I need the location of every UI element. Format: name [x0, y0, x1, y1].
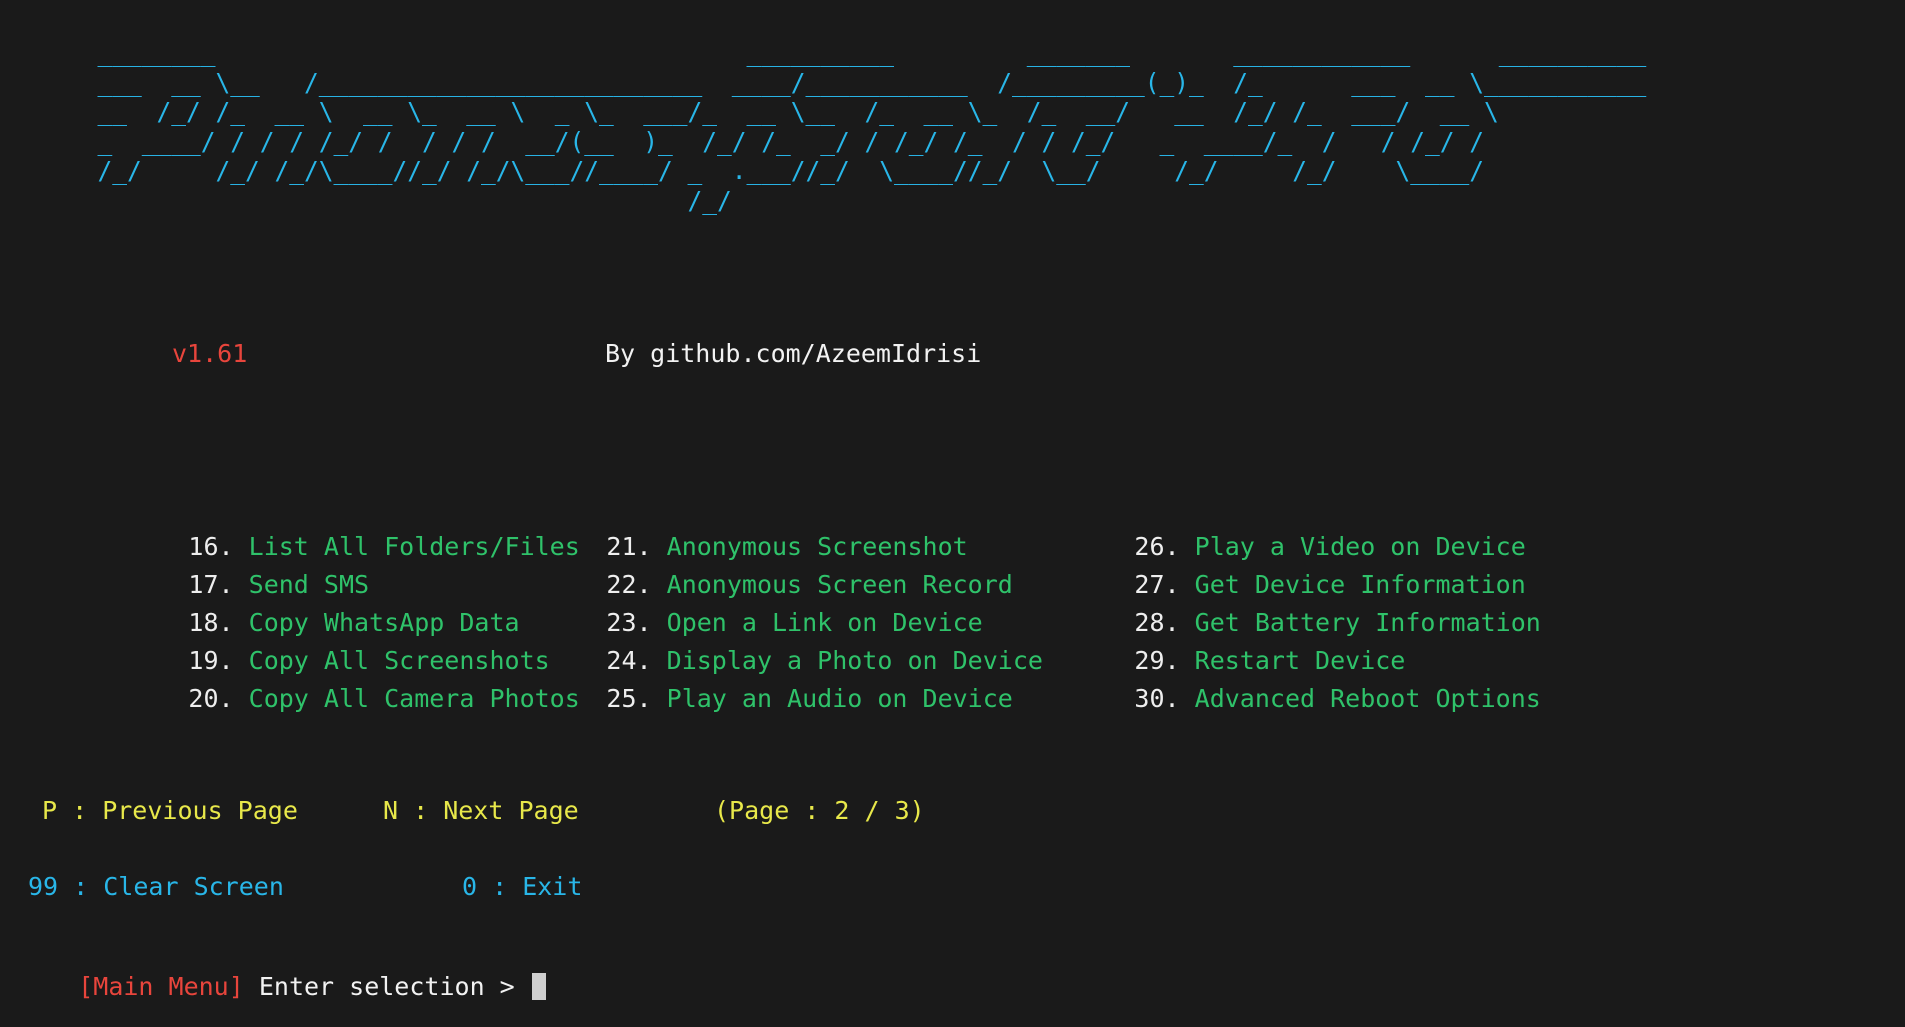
menu-item-label: Get Battery Information — [1194, 608, 1541, 637]
menu-item-number: 30. — [1134, 684, 1180, 713]
menu-item-number: 25. — [606, 684, 652, 713]
menu-item-label: Play a Video on Device — [1194, 532, 1526, 561]
menu-item-number: 17. — [188, 570, 234, 599]
text-cursor — [531, 973, 546, 1000]
next-page-option[interactable]: N : Next Page — [383, 792, 579, 830]
menu-item-number: 27. — [1134, 570, 1180, 599]
prompt-context-tag: [Main Menu] — [78, 972, 244, 1001]
menu-item-number: 26. — [1134, 532, 1180, 561]
author-credit: By github.com/AzeemIdrisi — [605, 339, 982, 368]
menu-item-label: Copy WhatsApp Data — [248, 608, 520, 637]
menu-item-26[interactable]: 26. Play a Video on Device — [1014, 490, 1541, 561]
menu-column-2: 21. Anonymous Screenshot 22. Anonymous S… — [486, 490, 1043, 713]
menu-item-number: 19. — [188, 646, 234, 675]
menu-item-label: Anonymous Screen Record — [666, 570, 1013, 599]
pagination-row: P : Previous Page N : Next Page (Page : … — [0, 792, 1905, 830]
exit-option[interactable]: 0 : Exit — [462, 868, 582, 906]
menu-item-label: Restart Device — [1194, 646, 1406, 675]
menu-item-label: Advanced Reboot Options — [1194, 684, 1541, 713]
menu-item-label: Open a Link on Device — [666, 608, 983, 637]
header-meta-row: v1.61 By github.com/AzeemIdrisi — [0, 337, 1905, 371]
clear-screen-option[interactable]: 99 : Clear Screen — [28, 868, 284, 906]
menu-item-number: 29. — [1134, 646, 1180, 675]
menu-item-number: 28. — [1134, 608, 1180, 637]
menu-item-number: 23. — [606, 608, 652, 637]
menu-item-label: Anonymous Screenshot — [666, 532, 968, 561]
version-label: v1.61 — [172, 339, 248, 368]
menu-column-3: 26. Play a Video on Device 27. Get Devic… — [1014, 490, 1541, 713]
utility-row: 99 : Clear Screen 0 : Exit — [0, 868, 1905, 906]
menu-item-number: 18. — [188, 608, 234, 637]
prompt-label: Enter selection > — [243, 972, 530, 1001]
previous-page-option[interactable]: P : Previous Page — [42, 792, 298, 830]
terminal-screen: ________ __________ _______ ____________… — [0, 0, 1905, 1027]
menu-item-number: 24. — [606, 646, 652, 675]
menu-item-number: 22. — [606, 570, 652, 599]
phonesploit-ascii-banner: ________ __________ _______ ____________… — [97, 38, 1647, 215]
menu-item-number: 20. — [188, 684, 234, 713]
menu-item-label: Send SMS — [248, 570, 370, 599]
menu-item-21[interactable]: 21. Anonymous Screenshot — [486, 490, 1043, 561]
menu-item-label: Display a Photo on Device — [666, 646, 1043, 675]
command-prompt[interactable]: [Main Menu] Enter selection > — [18, 930, 546, 1001]
page-indicator: (Page : 2 / 3) — [714, 796, 925, 825]
menu-item-number: 21. — [606, 532, 652, 561]
menu-item-label: Get Device Information — [1194, 570, 1526, 599]
menu-item-label: Play an Audio on Device — [666, 684, 1013, 713]
menu-item-number: 16. — [188, 532, 234, 561]
